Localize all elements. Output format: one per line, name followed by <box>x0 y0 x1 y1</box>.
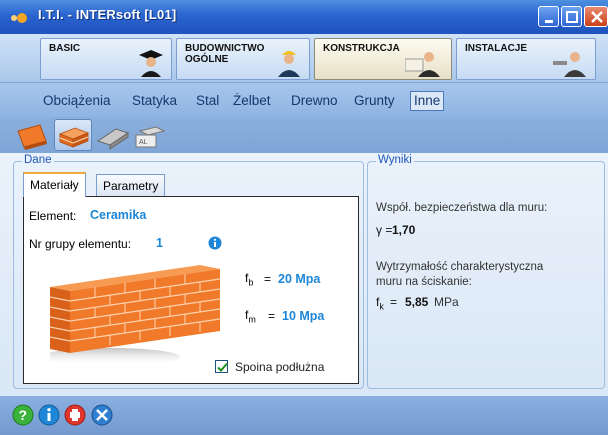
plumber-icon <box>553 52 586 77</box>
brick-wall-illustration <box>50 265 220 366</box>
aluminium-icon: AL <box>135 126 166 148</box>
builder-icon <box>278 51 300 77</box>
gamma-symbol: γ = <box>376 223 393 237</box>
info-icon[interactable] <box>208 236 222 250</box>
window-title: I.T.I. - INTERsoft [L01] <box>38 7 177 22</box>
menu-grunty[interactable]: Grunty <box>354 93 395 108</box>
materialy-panel: Element: Ceramika Nr grupy elementu: 1 f… <box>23 196 359 384</box>
fb-symbol: fb <box>245 271 254 288</box>
close-icon <box>591 11 603 23</box>
svg-text:?: ? <box>19 407 28 423</box>
fm-value[interactable]: 10 Mpa <box>282 309 324 323</box>
element-value[interactable]: Ceramika <box>90 208 146 222</box>
tool-masonry[interactable] <box>54 119 92 151</box>
wytrzymalosc-label-2: muru na ściskanie: <box>376 276 472 288</box>
menu-zelbet[interactable]: Żelbet <box>233 93 271 108</box>
tool-steel-profile[interactable] <box>94 119 132 151</box>
menu-bar: Obciążenia Statyka Stal Żelbet Drewno Gr… <box>0 83 608 117</box>
maximize-icon <box>566 11 578 23</box>
wall-sheet-icon <box>17 124 47 150</box>
nr-grupy-value[interactable]: 1 <box>156 236 163 250</box>
bottom-bar: ? <box>0 396 608 435</box>
print-icon[interactable] <box>64 404 86 426</box>
maximize-button[interactable] <box>561 6 582 27</box>
app-icon <box>11 13 27 23</box>
module-basic[interactable]: BASIC <box>40 38 172 80</box>
tools-icon[interactable] <box>91 404 113 426</box>
module-instalacje[interactable]: INSTALACJE <box>456 38 596 80</box>
checkmark-icon <box>217 362 228 372</box>
steel-profile-icon <box>96 128 130 150</box>
wspolczynnik-label: Współ. bezpieczeństwa dla muru: <box>376 202 548 214</box>
tab-materialy[interactable]: Materiały <box>23 172 86 197</box>
fm-symbol: fm <box>245 308 256 325</box>
fb-value[interactable]: 20 Mpa <box>278 272 320 286</box>
minimize-icon <box>545 20 553 23</box>
info-button-icon[interactable] <box>38 404 60 426</box>
fm-equals: = <box>268 309 276 323</box>
spoina-checkbox-label[interactable]: Spoina podłużna <box>235 360 324 374</box>
module-konstrukcja[interactable]: KONSTRUKCJA <box>314 38 452 80</box>
engineer-icon <box>405 52 440 77</box>
nr-grupy-label: Nr grupy elementu: <box>29 237 132 251</box>
menu-obciazenia[interactable]: Obciążenia <box>43 93 111 108</box>
module-basic-label: BASIC <box>49 43 81 54</box>
group-dane: Dane Materiały Parametry Element: Cerami… <box>13 154 364 389</box>
title-bar: I.T.I. - INTERsoft [L01] <box>0 0 608 34</box>
tool-wall-sheet[interactable] <box>14 119 52 151</box>
module-bar: BASIC BUDOWNICTWO OGÓLNE KONSTRUKCJA INS… <box>0 34 608 83</box>
spoina-checkbox[interactable] <box>215 360 228 373</box>
group-wyniki: Wyniki Współ. bezpieczeństwa dla muru: γ… <box>367 154 605 389</box>
module-budownictwo[interactable]: BUDOWNICTWO OGÓLNE <box>176 38 310 80</box>
menu-statyka[interactable]: Statyka <box>132 93 177 108</box>
tool-aluminium[interactable]: AL <box>132 119 170 151</box>
fk-equals: = <box>390 295 398 309</box>
group-dane-title: Dane <box>22 154 54 166</box>
brick-icon <box>58 127 90 148</box>
help-icon[interactable]: ? <box>12 404 34 426</box>
wytrzymalosc-label-1: Wytrzymałość charakterystyczna <box>376 261 544 273</box>
gamma-value: 1,70 <box>392 223 416 237</box>
tab-parametry[interactable]: Parametry <box>96 174 166 196</box>
main-area: Dane Materiały Parametry Element: Cerami… <box>0 153 608 396</box>
group-wyniki-title: Wyniki <box>376 154 414 166</box>
close-button[interactable] <box>584 6 608 27</box>
fk-value: 5,85 <box>405 295 429 309</box>
fk-symbol: fk <box>376 295 384 312</box>
module-budownictwo-label: BUDOWNICTWO OGÓLNE <box>185 43 265 65</box>
module-instalacje-label: INSTALACJE <box>465 43 528 54</box>
svg-text:AL: AL <box>139 139 148 146</box>
module-konstrukcja-label: KONSTRUKCJA <box>323 43 400 54</box>
element-label: Element: <box>29 209 77 223</box>
fk-unit: MPa <box>434 295 459 309</box>
minimize-button[interactable] <box>538 6 559 27</box>
toolbar: AL <box>0 117 608 153</box>
menu-inne[interactable]: Inne <box>410 91 445 111</box>
graduate-icon <box>139 50 163 77</box>
menu-stal[interactable]: Stal <box>196 93 219 108</box>
fb-equals: = <box>264 272 272 286</box>
menu-drewno[interactable]: Drewno <box>291 93 338 108</box>
